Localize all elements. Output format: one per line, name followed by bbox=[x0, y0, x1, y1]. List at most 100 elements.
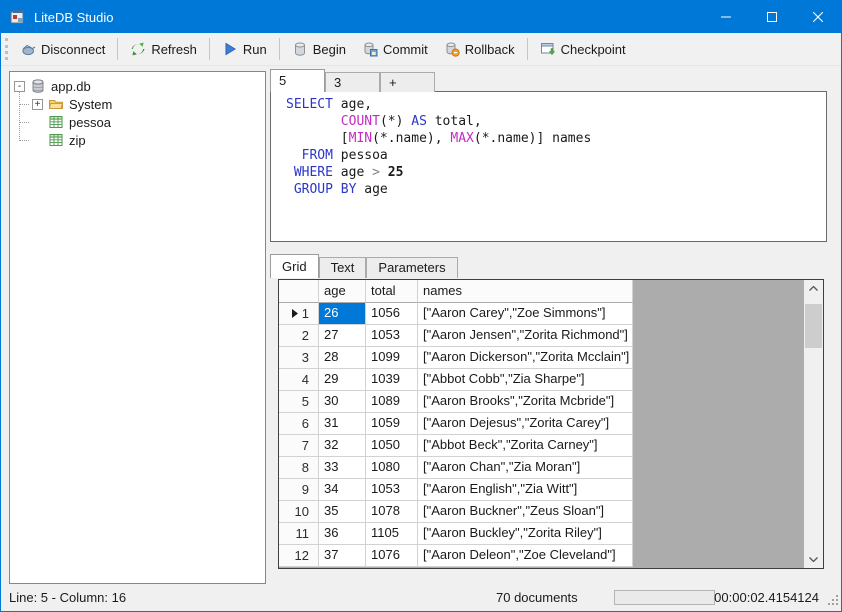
cell-age[interactable]: 35 bbox=[319, 501, 366, 523]
table-icon bbox=[48, 132, 64, 148]
commit-button[interactable]: Commit bbox=[354, 37, 436, 61]
column-header-total[interactable]: total bbox=[366, 280, 418, 303]
cell-total[interactable]: 1056 bbox=[366, 303, 418, 325]
checkpoint-label: Checkpoint bbox=[560, 41, 626, 57]
run-button[interactable]: Run bbox=[214, 37, 275, 61]
result-tab-parameters[interactable]: Parameters bbox=[366, 257, 458, 278]
row-header[interactable]: 10 bbox=[279, 501, 319, 523]
checkpoint-button[interactable]: Checkpoint bbox=[532, 37, 634, 61]
table-row: 10 35 1078 ["Aaron Buckner","Zeus Sloan"] bbox=[279, 501, 633, 523]
title-bar[interactable]: LiteDB Studio bbox=[1, 1, 841, 33]
sql-editor[interactable]: SELECT age, COUNT(*) AS total, [MIN(*.na… bbox=[270, 91, 827, 242]
row-header[interactable]: 11 bbox=[279, 523, 319, 545]
tree-item-system[interactable]: + System bbox=[10, 95, 265, 113]
row-header[interactable]: 5 bbox=[279, 391, 319, 413]
commit-icon bbox=[362, 41, 378, 57]
cell-total[interactable]: 1039 bbox=[366, 369, 418, 391]
grid-vertical-scrollbar[interactable] bbox=[804, 280, 823, 568]
cell-age[interactable]: 26 bbox=[319, 303, 366, 325]
cell-total[interactable]: 1059 bbox=[366, 413, 418, 435]
cell-total[interactable]: 1105 bbox=[366, 523, 418, 545]
cell-names[interactable]: ["Aaron Carey","Zoe Simmons"] bbox=[418, 303, 633, 325]
tree-expander-icon[interactable]: - bbox=[14, 80, 25, 92]
tree-item-pessoa[interactable]: pessoa bbox=[10, 113, 265, 131]
cell-age[interactable]: 37 bbox=[319, 545, 366, 567]
row-header[interactable]: 12 bbox=[279, 545, 319, 567]
cell-age[interactable]: 29 bbox=[319, 369, 366, 391]
row-header[interactable]: 4 bbox=[279, 369, 319, 391]
row-header[interactable]: 6 bbox=[279, 413, 319, 435]
result-tab-text[interactable]: Text bbox=[318, 257, 367, 278]
scroll-up-icon[interactable] bbox=[804, 280, 823, 297]
row-header[interactable]: 9 bbox=[279, 479, 319, 501]
cell-names[interactable]: ["Abbot Beck","Zorita Carney"] bbox=[418, 435, 633, 457]
column-header-names[interactable]: names bbox=[418, 280, 633, 303]
cell-total[interactable]: 1078 bbox=[366, 501, 418, 523]
cell-total[interactable]: 1089 bbox=[366, 391, 418, 413]
tree-item-label: zip bbox=[69, 132, 86, 148]
row-header[interactable]: 3 bbox=[279, 347, 319, 369]
cell-names[interactable]: ["Abbot Cobb","Zia Sharpe"] bbox=[418, 369, 633, 391]
cell-age[interactable]: 28 bbox=[319, 347, 366, 369]
cell-age[interactable]: 30 bbox=[319, 391, 366, 413]
begin-button[interactable]: Begin bbox=[284, 37, 354, 61]
disconnect-icon bbox=[20, 41, 36, 57]
row-header[interactable]: 2 bbox=[279, 325, 319, 347]
cell-age[interactable]: 36 bbox=[319, 523, 366, 545]
refresh-label: Refresh bbox=[151, 41, 197, 57]
table-row: 4 29 1039 ["Abbot Cobb","Zia Sharpe"] bbox=[279, 369, 633, 391]
cell-total[interactable]: 1099 bbox=[366, 347, 418, 369]
grid-corner-cell[interactable] bbox=[279, 280, 319, 303]
cell-names[interactable]: ["Aaron Buckner","Zeus Sloan"] bbox=[418, 501, 633, 523]
table-row: 9 34 1053 ["Aaron English","Zia Witt"] bbox=[279, 479, 633, 501]
cell-names[interactable]: ["Aaron Dickerson","Zorita Mcclain"] bbox=[418, 347, 633, 369]
cell-names[interactable]: ["Aaron English","Zia Witt"] bbox=[418, 479, 633, 501]
elapsed-time: 00:00:02.4154124 bbox=[714, 590, 819, 605]
result-tab-grid[interactable]: Grid bbox=[270, 254, 319, 278]
cell-names[interactable]: ["Aaron Buckley","Zorita Riley"] bbox=[418, 523, 633, 545]
minimize-button[interactable] bbox=[703, 1, 749, 33]
cell-total[interactable]: 1053 bbox=[366, 325, 418, 347]
cell-names[interactable]: ["Aaron Jensen","Zorita Richmond"] bbox=[418, 325, 633, 347]
begin-label: Begin bbox=[312, 41, 346, 57]
cell-age[interactable]: 31 bbox=[319, 413, 366, 435]
scrollbar-thumb[interactable] bbox=[805, 304, 822, 348]
cell-age[interactable]: 33 bbox=[319, 457, 366, 479]
table-row: 7 32 1050 ["Abbot Beck","Zorita Carney"] bbox=[279, 435, 633, 457]
toolbar-separator bbox=[117, 38, 119, 60]
editor-tab-new[interactable]: + bbox=[380, 72, 435, 92]
refresh-button[interactable]: Refresh bbox=[122, 37, 205, 61]
toolbar-grip[interactable] bbox=[5, 38, 8, 60]
row-header[interactable]: 7 bbox=[279, 435, 319, 457]
close-button[interactable] bbox=[795, 1, 841, 33]
cell-names[interactable]: ["Aaron Chan","Zia Moran"] bbox=[418, 457, 633, 479]
rollback-icon bbox=[444, 41, 460, 57]
cell-total[interactable]: 1080 bbox=[366, 457, 418, 479]
resize-grip[interactable] bbox=[827, 594, 840, 610]
cell-total[interactable]: 1053 bbox=[366, 479, 418, 501]
rollback-button[interactable]: Rollback bbox=[436, 37, 523, 61]
cell-total[interactable]: 1076 bbox=[366, 545, 418, 567]
cell-age[interactable]: 27 bbox=[319, 325, 366, 347]
tree-item-zip[interactable]: zip bbox=[10, 131, 265, 149]
maximize-button[interactable] bbox=[749, 1, 795, 33]
cell-age[interactable]: 34 bbox=[319, 479, 366, 501]
app-window: LiteDB Studio Disconnect Refresh Run Begin C… bbox=[0, 0, 842, 612]
row-number: 9 bbox=[301, 482, 309, 497]
tree-item-app-db[interactable]: - app.db bbox=[10, 77, 265, 95]
disconnect-button[interactable]: Disconnect bbox=[12, 37, 113, 61]
row-header[interactable]: 8 bbox=[279, 457, 319, 479]
cell-names[interactable]: ["Aaron Brooks","Zorita Mcbride"] bbox=[418, 391, 633, 413]
column-header-age[interactable]: age bbox=[319, 280, 366, 303]
toolbar-separator bbox=[208, 38, 210, 60]
cell-total[interactable]: 1050 bbox=[366, 435, 418, 457]
database-tree-panel: - app.db + System pessoa zip bbox=[9, 71, 266, 584]
editor-tab-3[interactable]: 3 bbox=[325, 72, 380, 92]
cell-names[interactable]: ["Aaron Deleon","Zoe Cleveland"] bbox=[418, 545, 633, 567]
cell-age[interactable]: 32 bbox=[319, 435, 366, 457]
cell-names[interactable]: ["Aaron Dejesus","Zorita Carey"] bbox=[418, 413, 633, 435]
scroll-down-icon[interactable] bbox=[804, 551, 823, 568]
tree-expander-icon[interactable]: + bbox=[32, 98, 43, 110]
row-header[interactable]: 1 bbox=[279, 303, 319, 325]
editor-tab-5[interactable]: 5 bbox=[270, 69, 325, 92]
